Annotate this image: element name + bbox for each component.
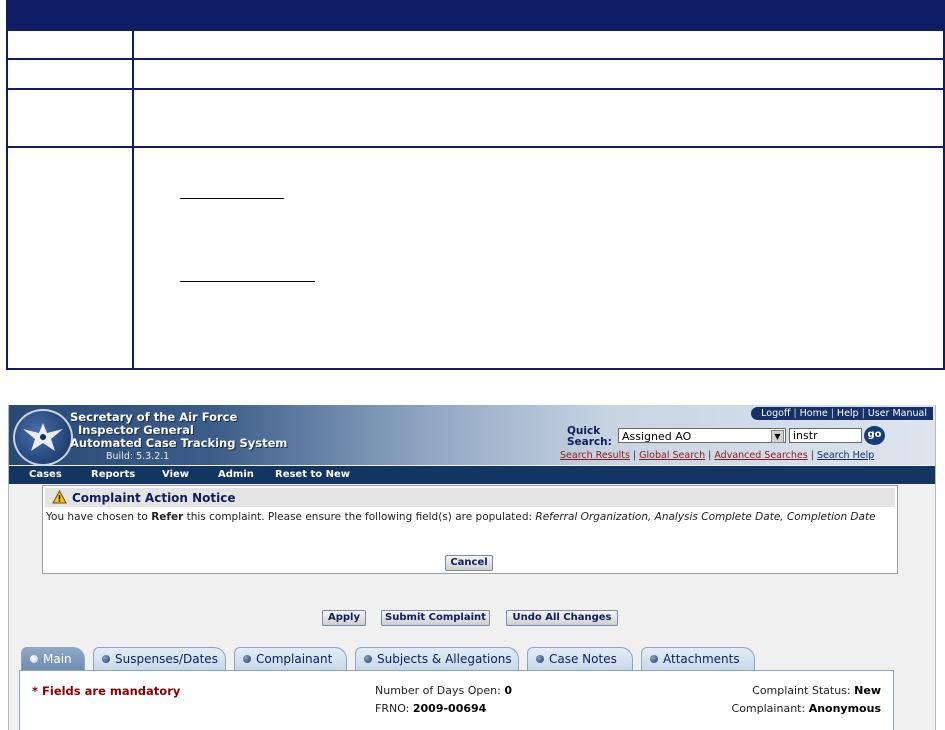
blank-line xyxy=(180,281,315,282)
build-version: Build: 5.3.2.1 xyxy=(106,451,170,462)
tab-case-notes[interactable]: Case Notes xyxy=(527,647,633,670)
tab-bullet-icon xyxy=(102,655,110,663)
advanced-searches-link[interactable]: Advanced Searches xyxy=(714,450,807,461)
tab-bullet-icon xyxy=(30,655,38,663)
complaint-action-notice: Complaint Action Notice You have chosen … xyxy=(42,485,898,574)
home-link[interactable]: Home xyxy=(800,408,828,419)
document-table xyxy=(6,0,945,370)
tab-suspenses-dates[interactable]: Suspenses/Dates xyxy=(93,647,226,670)
help-link[interactable]: Help xyxy=(837,408,859,419)
notice-message: You have chosen to Refer this complaint.… xyxy=(46,511,876,523)
table-row xyxy=(6,90,945,148)
menu-view[interactable]: View xyxy=(162,469,189,480)
search-results-link[interactable]: Search Results xyxy=(560,450,630,461)
apply-button[interactable]: Apply xyxy=(322,610,366,626)
app-title-line2: Inspector General xyxy=(78,423,194,437)
app-title-line1: Secretary of the Air Force xyxy=(70,410,238,424)
top-links: Logoff | Home | Help | User Manual xyxy=(751,407,933,420)
menu-bar: Cases Reports View Admin Reset to New xyxy=(9,466,935,484)
menu-reset-to-new[interactable]: Reset to New xyxy=(275,469,350,480)
user-manual-link[interactable]: User Manual xyxy=(868,408,927,419)
tab-bullet-icon xyxy=(243,655,251,663)
mandatory-fields-note: * Fields are mandatory xyxy=(32,684,181,698)
main-panel: * Fields are mandatory Number of Days Op… xyxy=(19,670,894,730)
cancel-button[interactable]: Cancel xyxy=(445,555,493,571)
menu-reports[interactable]: Reports xyxy=(91,469,135,480)
app-window: Secretary of the Air Force Inspector Gen… xyxy=(8,405,936,730)
table-row xyxy=(6,60,945,90)
tab-complainant[interactable]: Complainant xyxy=(234,647,347,670)
quick-search-input[interactable]: instr xyxy=(789,428,862,443)
complaint-status: Complaint Status: New xyxy=(752,684,881,697)
menu-admin[interactable]: Admin xyxy=(218,469,254,480)
quick-search-select[interactable]: Assigned AO ▼ xyxy=(618,428,786,443)
chevron-down-icon[interactable]: ▼ xyxy=(771,430,784,443)
table-row xyxy=(6,148,945,370)
warning-icon xyxy=(52,490,67,504)
complainant-info: Complainant: Anonymous xyxy=(731,702,881,715)
days-open: Number of Days Open: 0 xyxy=(375,684,512,697)
tab-attachments[interactable]: Attachments xyxy=(641,647,755,670)
global-search-link[interactable]: Global Search xyxy=(639,450,705,461)
notice-title-bar: Complaint Action Notice xyxy=(45,488,895,507)
go-button[interactable]: go xyxy=(864,426,885,445)
table-row xyxy=(6,31,945,60)
quick-search-label: Quick Search: xyxy=(567,425,612,448)
search-help-link[interactable]: Search Help xyxy=(817,450,874,461)
table-header-bar xyxy=(6,0,945,31)
app-title-line3: Automated Case Tracking System xyxy=(70,436,288,450)
air-force-logo xyxy=(13,409,73,466)
header-banner: Secretary of the Air Force Inspector Gen… xyxy=(9,405,935,466)
notice-title: Complaint Action Notice xyxy=(72,491,236,505)
frno: FRNO: 2009-00694 xyxy=(375,702,487,715)
menu-cases[interactable]: Cases xyxy=(29,469,62,480)
air-force-wings-icon xyxy=(23,423,63,451)
tab-subjects-allegations[interactable]: Subjects & Allegations xyxy=(355,647,519,670)
tab-bullet-icon xyxy=(364,655,372,663)
tab-bullet-icon xyxy=(650,655,658,663)
blank-line xyxy=(180,198,284,199)
undo-all-changes-button[interactable]: Undo All Changes xyxy=(506,610,618,626)
tab-main[interactable]: Main xyxy=(21,647,85,670)
logoff-link[interactable]: Logoff xyxy=(761,408,790,419)
submit-complaint-button[interactable]: Submit Complaint xyxy=(381,610,490,626)
tab-bullet-icon xyxy=(536,655,544,663)
search-links: Search Results | Global Search | Advanced Se… xyxy=(560,450,875,461)
